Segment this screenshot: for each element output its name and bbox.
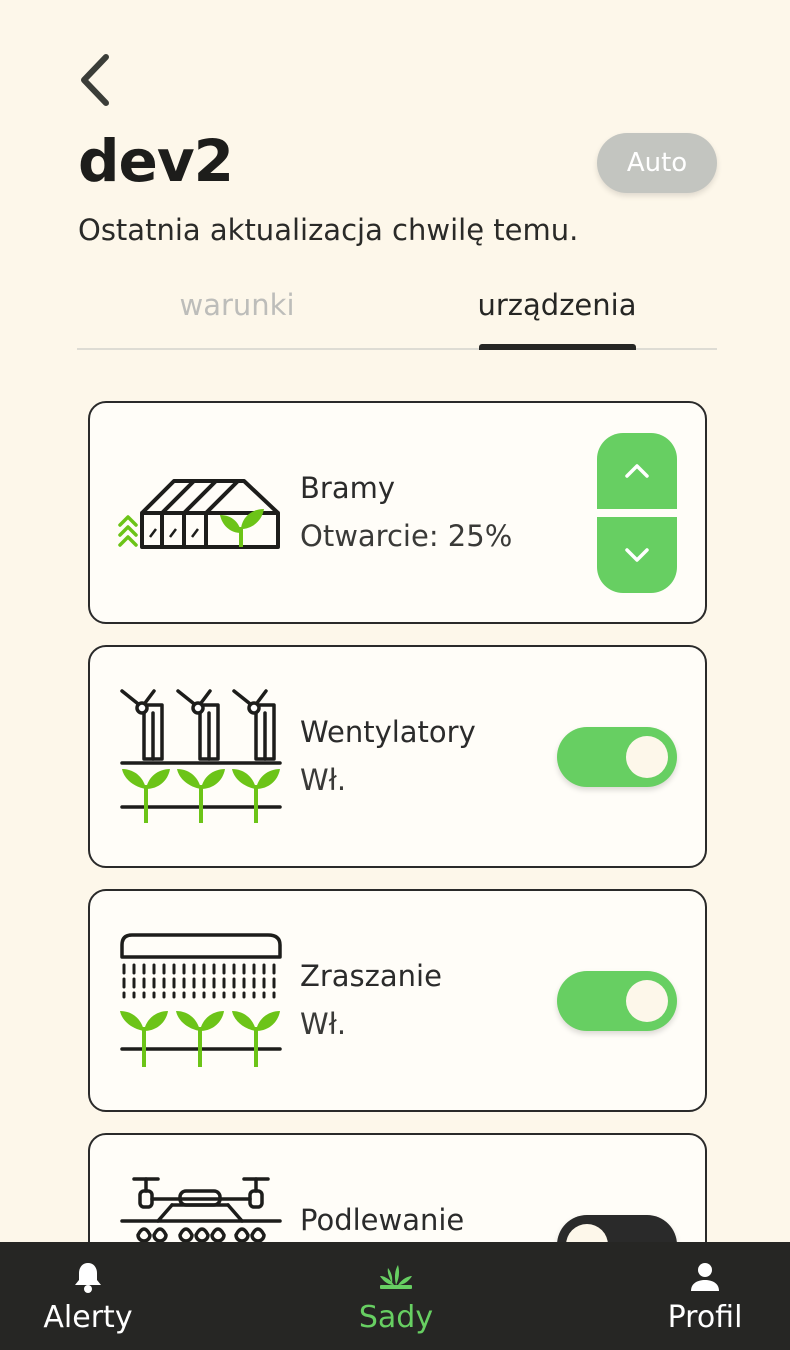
bell-icon — [75, 1263, 101, 1293]
bottom-navigation: Alerty Sady Profil — [0, 1242, 790, 1350]
device-card-fans: Wentylatory Wł. — [88, 645, 707, 868]
user-icon — [691, 1263, 719, 1291]
tab-conditions[interactable]: warunki — [77, 280, 397, 350]
device-card-misting: Zraszanie Wł. — [88, 889, 707, 1112]
device-name: Podlewanie — [300, 1203, 465, 1237]
nav-orchards[interactable]: Sady — [296, 1242, 496, 1350]
page-title: dev2 — [78, 127, 234, 195]
chevron-down-icon — [625, 548, 649, 562]
sprout-icon — [380, 1265, 412, 1289]
open-less-button[interactable] — [597, 517, 677, 593]
chevron-up-icon — [625, 464, 649, 478]
device-status: Wł. — [300, 1007, 347, 1041]
last-update-text: Ostatnia aktualizacja chwilę temu. — [78, 213, 579, 247]
nav-profile[interactable]: Profil — [605, 1242, 790, 1350]
tab-bar: warunki urządzenia — [77, 280, 717, 350]
nav-alerts-label: Alerty — [43, 1300, 133, 1335]
nav-alerts[interactable]: Alerty — [0, 1242, 188, 1350]
fans-icon — [118, 687, 283, 827]
device-status: Otwarcie: 25% — [300, 519, 513, 553]
open-more-button[interactable] — [597, 433, 677, 509]
device-name: Wentylatory — [300, 715, 476, 749]
device-status: Wł. — [300, 763, 347, 797]
greenhouse-icon — [118, 443, 283, 583]
nav-profile-label: Profil — [667, 1300, 743, 1335]
gate-stepper — [597, 433, 677, 593]
toggle-knob — [626, 980, 668, 1022]
back-button[interactable] — [70, 50, 120, 110]
device-name: Zraszanie — [300, 959, 442, 993]
active-tab-indicator — [479, 344, 636, 350]
auto-mode-button[interactable]: Auto — [597, 133, 717, 193]
tab-devices[interactable]: urządzenia — [397, 280, 717, 350]
sprinkler-icon — [118, 931, 283, 1071]
nav-orchards-label: Sady — [358, 1300, 434, 1335]
fans-toggle[interactable] — [557, 727, 677, 787]
device-card-gates: Bramy Otwarcie: 25% — [88, 401, 707, 624]
toggle-knob — [626, 736, 668, 778]
device-name: Bramy — [300, 471, 396, 505]
misting-toggle[interactable] — [557, 971, 677, 1031]
chevron-left-icon — [81, 54, 109, 106]
